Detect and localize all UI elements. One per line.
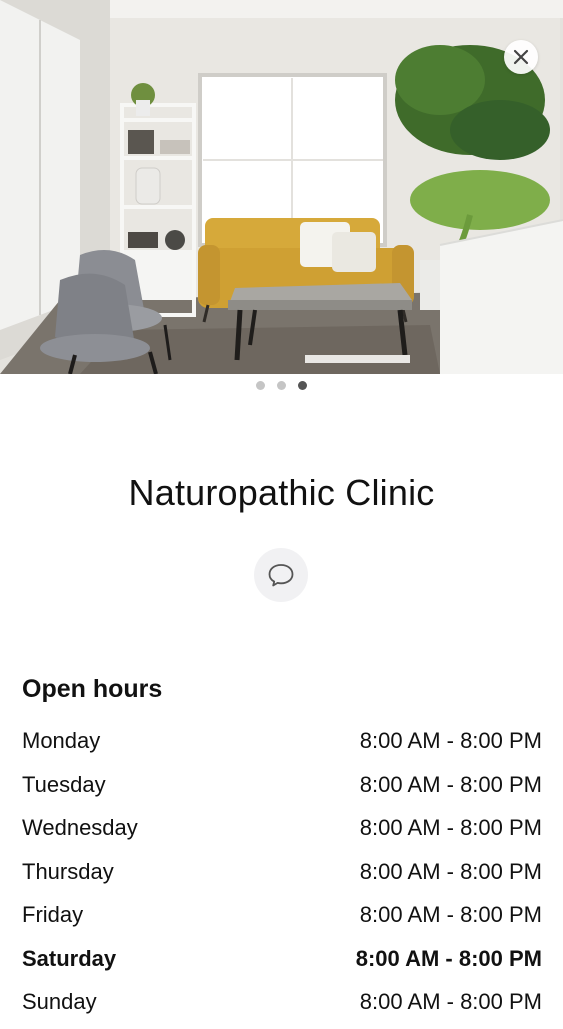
hours-row-sunday: Sunday 8:00 AM - 8:00 PM bbox=[22, 985, 542, 1029]
time-range: 8:00 AM - 8:00 PM bbox=[355, 945, 542, 971]
waiting-room-image bbox=[0, 0, 563, 374]
carousel-dot[interactable] bbox=[256, 381, 265, 390]
day-label: Saturday bbox=[22, 945, 117, 971]
day-label: Monday bbox=[22, 728, 101, 753]
day-label: Wednesday bbox=[22, 815, 138, 840]
open-hours-list: Monday 8:00 AM - 8:00 PM Tuesday 8:00 AM… bbox=[22, 724, 542, 1029]
time-range: 8:00 AM - 8:00 PM bbox=[359, 989, 542, 1014]
hours-row-friday: Friday 8:00 AM - 8:00 PM bbox=[22, 898, 542, 942]
time-range: 8:00 AM - 8:00 PM bbox=[359, 771, 542, 797]
carousel-dot[interactable] bbox=[277, 381, 286, 390]
day-label: Thursday bbox=[22, 858, 114, 884]
time-range: 8:00 AM - 8:00 PM bbox=[359, 815, 542, 840]
close-icon bbox=[513, 49, 529, 65]
hours-row-monday: Monday 8:00 AM - 8:00 PM bbox=[22, 724, 542, 768]
time-range: 8:00 AM - 8:00 PM bbox=[359, 902, 542, 927]
carousel-dot-active[interactable] bbox=[298, 381, 307, 390]
hours-row-saturday: Saturday 8:00 AM - 8:00 PM bbox=[22, 942, 542, 986]
hours-row-wednesday: Wednesday 8:00 AM - 8:00 PM bbox=[22, 811, 542, 855]
clinic-name: Naturopathic Clinic bbox=[128, 472, 435, 513]
time-range: 8:00 AM - 8:00 PM bbox=[359, 858, 542, 884]
carousel-pager[interactable] bbox=[0, 381, 563, 390]
open-hours-heading: Open hours bbox=[22, 675, 163, 703]
day-label: Sunday bbox=[22, 989, 97, 1014]
day-label: Friday bbox=[22, 902, 84, 927]
message-button[interactable] bbox=[254, 548, 308, 602]
hours-row-tuesday: Tuesday 8:00 AM - 8:00 PM bbox=[22, 768, 542, 812]
clinic-photo[interactable] bbox=[0, 0, 563, 374]
day-label: Tuesday bbox=[22, 771, 106, 797]
close-button[interactable] bbox=[504, 40, 538, 74]
time-range: 8:00 AM - 8:00 PM bbox=[359, 728, 542, 753]
hours-row-thursday: Thursday 8:00 AM - 8:00 PM bbox=[22, 855, 542, 899]
chat-bubble-icon bbox=[268, 564, 294, 587]
